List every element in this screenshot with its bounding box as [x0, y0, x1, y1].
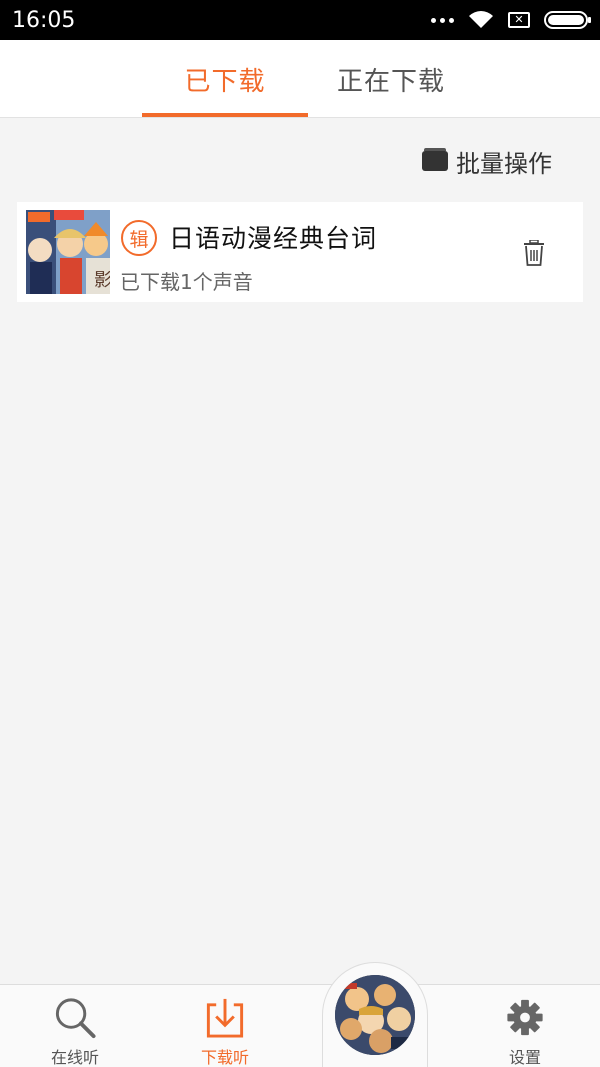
player-disc [335, 975, 415, 1055]
tab-downloaded[interactable]: 已下载 [142, 40, 308, 118]
album-list-item[interactable]: 影 辑 日语动漫经典台词 已下载1个声音 [17, 202, 583, 302]
tab-header: 已下载 正在下载 [0, 40, 600, 118]
no-sim-icon: ✕ [508, 12, 530, 28]
batch-operation-label: 批量操作 [456, 149, 552, 178]
gear-icon [507, 999, 543, 1036]
batch-operation-button[interactable]: 批量操作 [422, 144, 552, 178]
trash-icon[interactable] [522, 240, 546, 266]
bottom-navigation: 在线听 下载听 设置 [0, 984, 600, 1067]
nav-online-listen-label: 在线听 [50, 1048, 99, 1067]
tab-downloading[interactable]: 正在下载 [308, 40, 474, 118]
more-dots-icon [431, 17, 454, 23]
album-cover-image: 影 [26, 210, 110, 294]
search-icon [55, 998, 96, 1039]
nav-settings[interactable]: 设置 [470, 985, 580, 1067]
tab-active-indicator [142, 113, 308, 117]
status-bar: 16:05 ✕ [0, 0, 600, 40]
nav-download-listen-label: 下载听 [200, 1048, 249, 1067]
album-badge: 辑 [121, 220, 157, 256]
status-icons: ✕ [431, 10, 591, 30]
folder-icon [422, 148, 448, 171]
album-title: 日语动漫经典台词 [169, 224, 378, 253]
battery-icon [544, 11, 591, 29]
nav-download-listen[interactable]: 下载听 [170, 985, 280, 1067]
nav-online-listen[interactable]: 在线听 [20, 985, 130, 1067]
download-icon [206, 998, 244, 1038]
status-time: 16:05 [12, 7, 76, 33]
svg-text:影: 影 [94, 270, 110, 291]
nav-settings-label: 设置 [508, 1048, 541, 1067]
wifi-icon [469, 11, 493, 28]
album-download-count: 已下载1个声音 [120, 270, 253, 294]
now-playing-button[interactable] [322, 962, 428, 1067]
